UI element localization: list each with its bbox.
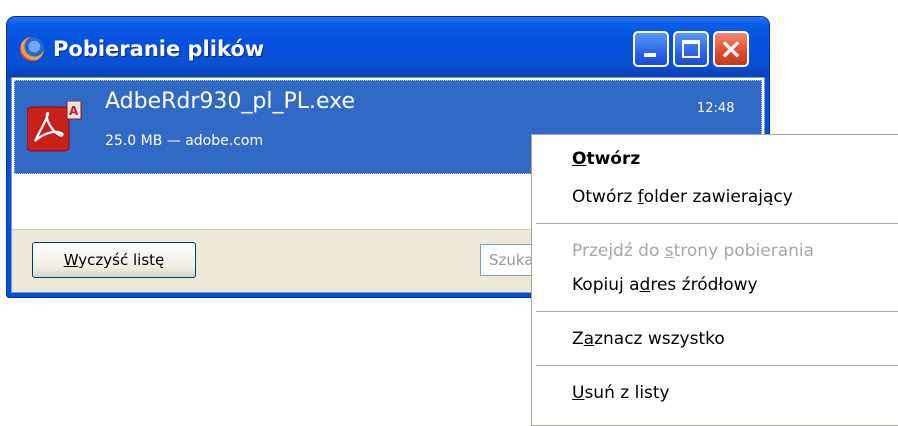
menu-label-pre: Otwórz (572, 187, 638, 207)
menu-separator (536, 365, 898, 366)
minimize-button[interactable] (633, 31, 669, 67)
menu-item-open-folder[interactable]: Otwórz folder zawierający (572, 187, 793, 207)
maximize-icon (682, 40, 700, 58)
menu-label: suń z listy (584, 383, 670, 403)
menu-separator (536, 223, 898, 224)
adobe-reader-icon: A (27, 101, 82, 152)
menu-label-pre: Z (572, 329, 584, 349)
menu-label-pre: Przejdź do (572, 241, 665, 261)
menu-label: znacz wszystko (594, 329, 725, 349)
menu-item-open[interactable]: Otwórz (572, 149, 640, 169)
title-bar[interactable]: Pobieranie plików × (7, 17, 769, 77)
menu-accel: d (639, 275, 651, 295)
clear-list-accel: W (63, 251, 79, 269)
file-name: AdbeRdr930_pl_PL.exe (105, 89, 356, 114)
menu-accel: s (664, 241, 674, 261)
menu-separator (536, 311, 898, 312)
svg-text:A: A (69, 104, 79, 118)
menu-label: res źródłowy (650, 275, 758, 295)
menu-item-remove-from-list[interactable]: Usuń z listy (572, 383, 670, 403)
close-button[interactable]: × (713, 31, 749, 67)
minimize-icon (644, 53, 656, 57)
download-time: 12:48 (697, 101, 735, 116)
menu-item-select-all[interactable]: Zaznacz wszystko (572, 329, 725, 349)
close-icon: × (719, 32, 743, 65)
menu-label: trony pobierania (673, 241, 815, 261)
clear-list-label: yczyść listę (78, 251, 165, 269)
menu-accel: O (572, 149, 587, 169)
menu-accel: a (583, 329, 595, 349)
context-menu: Otwórz Otwórz folder zawierający Przejdź… (531, 134, 898, 426)
menu-label: twórz (586, 149, 641, 169)
menu-item-copy-source-address[interactable]: Kopiuj adres źródłowy (572, 275, 758, 295)
menu-label: older zawierający (643, 187, 793, 207)
menu-label-pre: Kopiuj a (572, 275, 640, 295)
firefox-icon (20, 37, 44, 61)
clear-list-button[interactable]: Wyczyść listę (32, 242, 196, 278)
menu-accel: U (572, 383, 585, 403)
file-meta: 25.0 MB — adobe.com (105, 133, 264, 149)
window-title: Pobieranie plików (53, 37, 265, 61)
maximize-button[interactable] (673, 31, 709, 67)
menu-item-go-to-download-page[interactable]: Przejdź do strony pobierania (572, 241, 814, 261)
